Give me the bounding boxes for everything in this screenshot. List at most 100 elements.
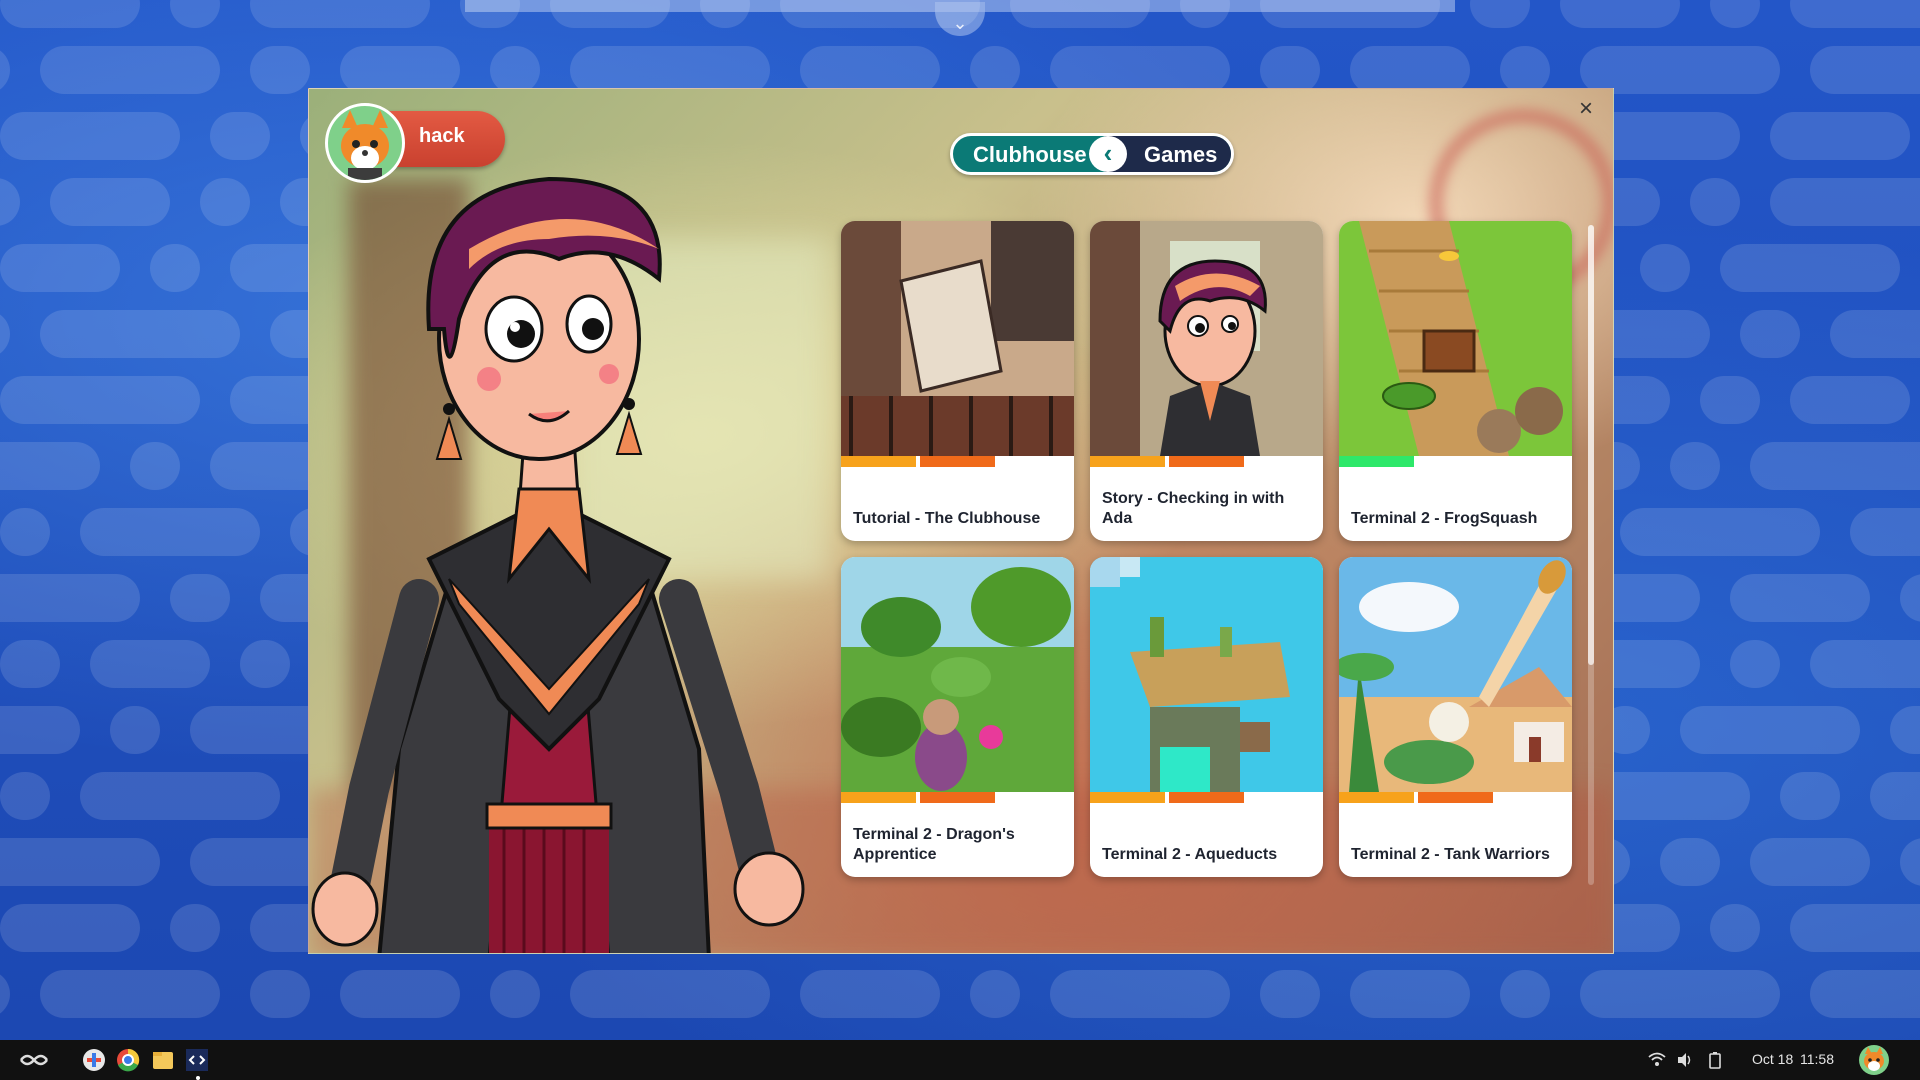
wallpaper-pill [460, 0, 520, 28]
wallpaper-pill [80, 508, 260, 556]
wallpaper-pill [1730, 640, 1780, 688]
wallpaper-pill [250, 970, 310, 1018]
progress-bar [1339, 456, 1572, 467]
tab-games[interactable]: Games [1144, 142, 1217, 168]
app-center-icon[interactable] [82, 1048, 106, 1072]
wallpaper-pill [0, 178, 20, 226]
wallpaper-pill [0, 574, 140, 622]
wallpaper-pill [1350, 970, 1470, 1018]
wallpaper-pill [50, 178, 170, 226]
wallpaper-pill [1260, 0, 1440, 28]
wallpaper-pill [40, 310, 240, 358]
wallpaper-pill [1790, 376, 1910, 424]
game-card[interactable]: Terminal 2 - Tank Warriors [1339, 557, 1572, 877]
wallpaper-pill [800, 970, 940, 1018]
wallpaper-pill [800, 46, 940, 94]
wallpaper-pill [1810, 970, 1920, 1018]
game-title: Terminal 2 - Dragon's Apprentice [853, 826, 1015, 863]
game-card[interactable]: Terminal 2 - Dragon's Apprentice [841, 557, 1074, 877]
wallpaper-pill [250, 0, 430, 28]
wallpaper-pill [0, 838, 160, 886]
wallpaper-pill [1790, 0, 1920, 28]
clock-date[interactable]: Oct 18 [1752, 1051, 1793, 1067]
games-scrollbar[interactable] [1588, 225, 1594, 885]
files-icon[interactable] [151, 1048, 175, 1072]
wallpaper-pill [1790, 904, 1920, 952]
wallpaper-pill [1580, 46, 1780, 94]
wallpaper-pill [1810, 640, 1920, 688]
progress-bar [1339, 792, 1572, 803]
wallpaper-pill [570, 970, 770, 1018]
wallpaper-pill [0, 640, 60, 688]
wallpaper-pill [1010, 0, 1150, 28]
close-button[interactable]: × [1572, 95, 1600, 123]
clubhouse-games-switch[interactable]: Clubhouse ‹ Games [950, 133, 1234, 175]
wallpaper-pill [0, 112, 180, 160]
wallpaper-pill [150, 244, 200, 292]
wallpaper-pill [0, 442, 100, 490]
game-title: Story - Checking in with Ada [1102, 490, 1285, 527]
wallpaper-pill [210, 112, 270, 160]
wallpaper-pill [1690, 178, 1740, 226]
wallpaper-pill [0, 376, 200, 424]
game-card[interactable]: Story - Checking in with Ada [1090, 221, 1323, 541]
wallpaper-pill [1350, 46, 1470, 94]
chrome-icon[interactable] [116, 1048, 140, 1072]
wallpaper-pill [1640, 244, 1690, 292]
wallpaper-pill [1830, 310, 1920, 358]
game-card[interactable]: Tutorial - The Clubhouse [841, 221, 1074, 541]
wallpaper-pill [1890, 706, 1920, 754]
clock-time[interactable]: 11:58 [1800, 1051, 1834, 1067]
wallpaper-pill [90, 640, 210, 688]
wallpaper-pill [1500, 46, 1550, 94]
back-arrow-icon[interactable]: ‹ [1089, 136, 1127, 172]
scrollbar-thumb[interactable] [1588, 225, 1594, 665]
ada-character-illustration[interactable] [309, 129, 829, 954]
wallpaper-pill [200, 178, 250, 226]
wallpaper-pill [1050, 970, 1230, 1018]
wallpaper-pill [1870, 772, 1920, 820]
wallpaper-pill [340, 970, 460, 1018]
wallpaper-pill [1810, 46, 1920, 94]
tab-clubhouse[interactable]: Clubhouse [973, 142, 1087, 168]
wallpaper-pill [1260, 46, 1320, 94]
wallpaper-pill [1700, 376, 1760, 424]
progress-bar [1090, 792, 1323, 803]
battery-icon[interactable] [1706, 1048, 1724, 1072]
wallpaper-pill [0, 46, 10, 94]
wallpaper-pill [550, 0, 670, 28]
wallpaper-pill [1710, 904, 1760, 952]
wifi-icon[interactable] [1648, 1048, 1666, 1072]
wallpaper-pill [1850, 508, 1920, 556]
endless-menu-icon[interactable] [18, 1048, 50, 1072]
wallpaper-pill [490, 970, 540, 1018]
game-thumbnail-tank-warriors [1339, 557, 1572, 792]
game-title: Terminal 2 - Aqueducts [1102, 846, 1278, 863]
user-avatar-icon[interactable] [1858, 1044, 1890, 1076]
game-thumbnail-aqueducts [1090, 557, 1323, 792]
wallpaper-pill [340, 46, 460, 94]
wallpaper-pill [40, 970, 220, 1018]
wallpaper-pill [970, 46, 1020, 94]
wallpaper-pill [0, 0, 140, 28]
wallpaper-pill [1770, 112, 1910, 160]
game-card[interactable]: Terminal 2 - FrogSquash [1339, 221, 1572, 541]
wallpaper-pill [1740, 310, 1800, 358]
game-thumbnail-frogsquash [1339, 221, 1572, 456]
wallpaper-pill [1900, 574, 1920, 622]
wallpaper-pill [130, 442, 180, 490]
game-thumbnail-tutorial [841, 221, 1074, 456]
wallpaper-pill [1260, 970, 1320, 1018]
progress-bar [841, 456, 1074, 467]
wallpaper-pill [970, 970, 1020, 1018]
wallpaper-pill [0, 904, 140, 952]
wallpaper-pill [1670, 442, 1720, 490]
volume-icon[interactable] [1676, 1048, 1694, 1072]
wallpaper-pill [1180, 0, 1230, 28]
wallpaper-pill [240, 640, 290, 688]
game-card[interactable]: Terminal 2 - Aqueducts [1090, 557, 1323, 877]
wallpaper-pill [1750, 442, 1920, 490]
hack-terminal-icon[interactable] [185, 1048, 209, 1072]
game-thumbnail-story-ada [1090, 221, 1323, 456]
wallpaper-pill [170, 904, 220, 952]
